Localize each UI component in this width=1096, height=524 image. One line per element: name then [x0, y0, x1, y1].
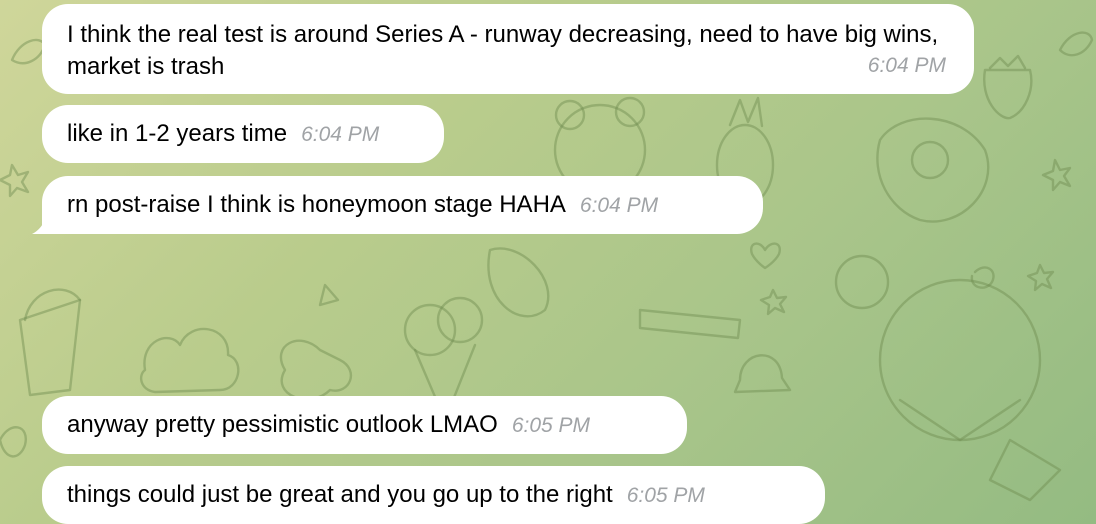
message-timestamp: 6:05 PM: [626, 484, 705, 507]
message-bubble[interactable]: like in 1-2 years time 6:04 PM: [42, 105, 444, 163]
message-bubble[interactable]: rn post-raise I think is honeymoon stage…: [42, 176, 763, 234]
message-text: things could just be great and you go up…: [67, 481, 613, 508]
message-text: anyway pretty pessimistic outlook LMAO: [67, 411, 498, 438]
message-timestamp: 6:04 PM: [579, 194, 659, 217]
message-text: rn post-raise I think is honeymoon stage…: [67, 191, 566, 218]
chat-message-list: I think the real test is around Series A…: [0, 0, 1096, 524]
message-timestamp: 6:04 PM: [301, 123, 380, 146]
message-text: like in 1-2 years time: [67, 120, 288, 147]
message-bubble[interactable]: things could just be great and you go up…: [42, 466, 825, 524]
message-timestamp: 6:04 PM: [867, 54, 946, 77]
message-bubble[interactable]: anyway pretty pessimistic outlook LMAO 6:…: [42, 396, 687, 454]
message-text: I think the real test is around Series A…: [67, 21, 939, 80]
message-bubble[interactable]: I think the real test is around Series A…: [42, 4, 974, 94]
message-timestamp: 6:05 PM: [511, 414, 591, 437]
